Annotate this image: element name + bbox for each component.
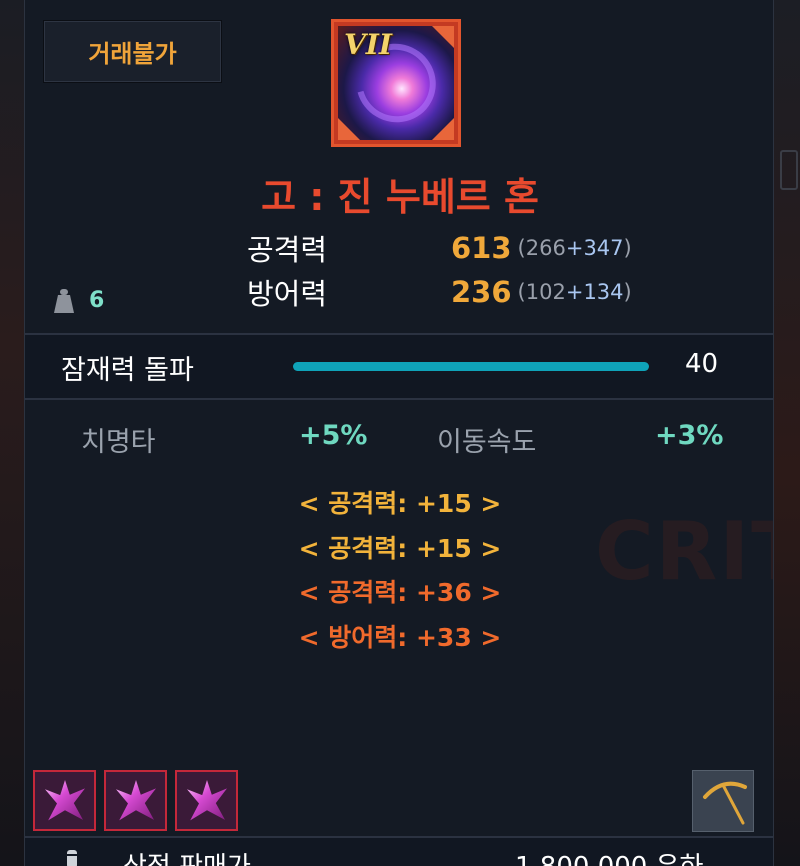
gem-icon (116, 780, 156, 821)
sell-price-row: 상점 판매가 1,800,000 유하 (25, 836, 773, 866)
stat-breakdown: (266+347) (517, 236, 632, 260)
breakthrough-label: 잠재력 돌파 (61, 355, 194, 386)
effect-name: 치명타 (81, 427, 156, 458)
effect-value: +3% (655, 420, 724, 451)
stat-value: 236 (451, 275, 512, 309)
breakthrough-progress-bar (293, 362, 649, 371)
bonus-stat-line: < 공격력: +15 > (298, 489, 502, 518)
stat-value: 613 (451, 231, 512, 265)
background-right (774, 0, 800, 866)
stat-label: 공격력 (247, 233, 328, 267)
sell-price-value: 1,800,000 유하 (515, 846, 703, 866)
gem-icon (45, 780, 85, 821)
item-tooltip-panel: CRIT 거래불가 VII 고 : 진 누베르 혼 공격력 613 (266+3… (24, 0, 774, 866)
weight-icon (53, 288, 75, 313)
stat-breakdown: (102+134) (517, 280, 632, 304)
effect-value: +5% (299, 420, 368, 451)
stat-row-attack: 공격력 613 (266+347) (247, 228, 667, 268)
breakthrough-value: 40 (685, 349, 719, 379)
stat-label: 방어력 (247, 277, 328, 311)
weight-indicator: 6 (53, 288, 104, 313)
trade-restriction-badge: 거래불가 (44, 21, 221, 82)
bonus-stat-line: < 공격력: +15 > (298, 534, 502, 563)
pickaxe-icon (703, 781, 747, 825)
socket-gem-2[interactable] (104, 770, 167, 831)
item-tier: VII (344, 28, 392, 61)
background-left (0, 0, 24, 866)
bonus-stat-line: < 방어력: +33 > (298, 623, 502, 652)
bonus-stat-line: < 공격력: +36 > (298, 578, 502, 607)
item-name: 고 : 진 누베르 혼 (261, 175, 539, 219)
effect-name: 이동속도 (437, 427, 537, 458)
item-icon[interactable]: VII (331, 19, 461, 147)
potential-breakthrough-row: 잠재력 돌파 40 (25, 335, 773, 398)
socket-gem-1[interactable] (33, 770, 96, 831)
stat-row-defense: 방어력 236 (102+134) (247, 272, 667, 312)
sell-price-label: 상점 판매가 (123, 846, 251, 866)
gem-icon (187, 780, 227, 821)
price-icon (67, 850, 77, 866)
socket-gem-3[interactable] (175, 770, 238, 831)
weight-value: 6 (89, 288, 105, 313)
divider (25, 398, 773, 400)
orb-icon: VII (338, 26, 454, 140)
tool-slot[interactable] (692, 770, 754, 832)
breakthrough-progress-fill (293, 362, 649, 371)
